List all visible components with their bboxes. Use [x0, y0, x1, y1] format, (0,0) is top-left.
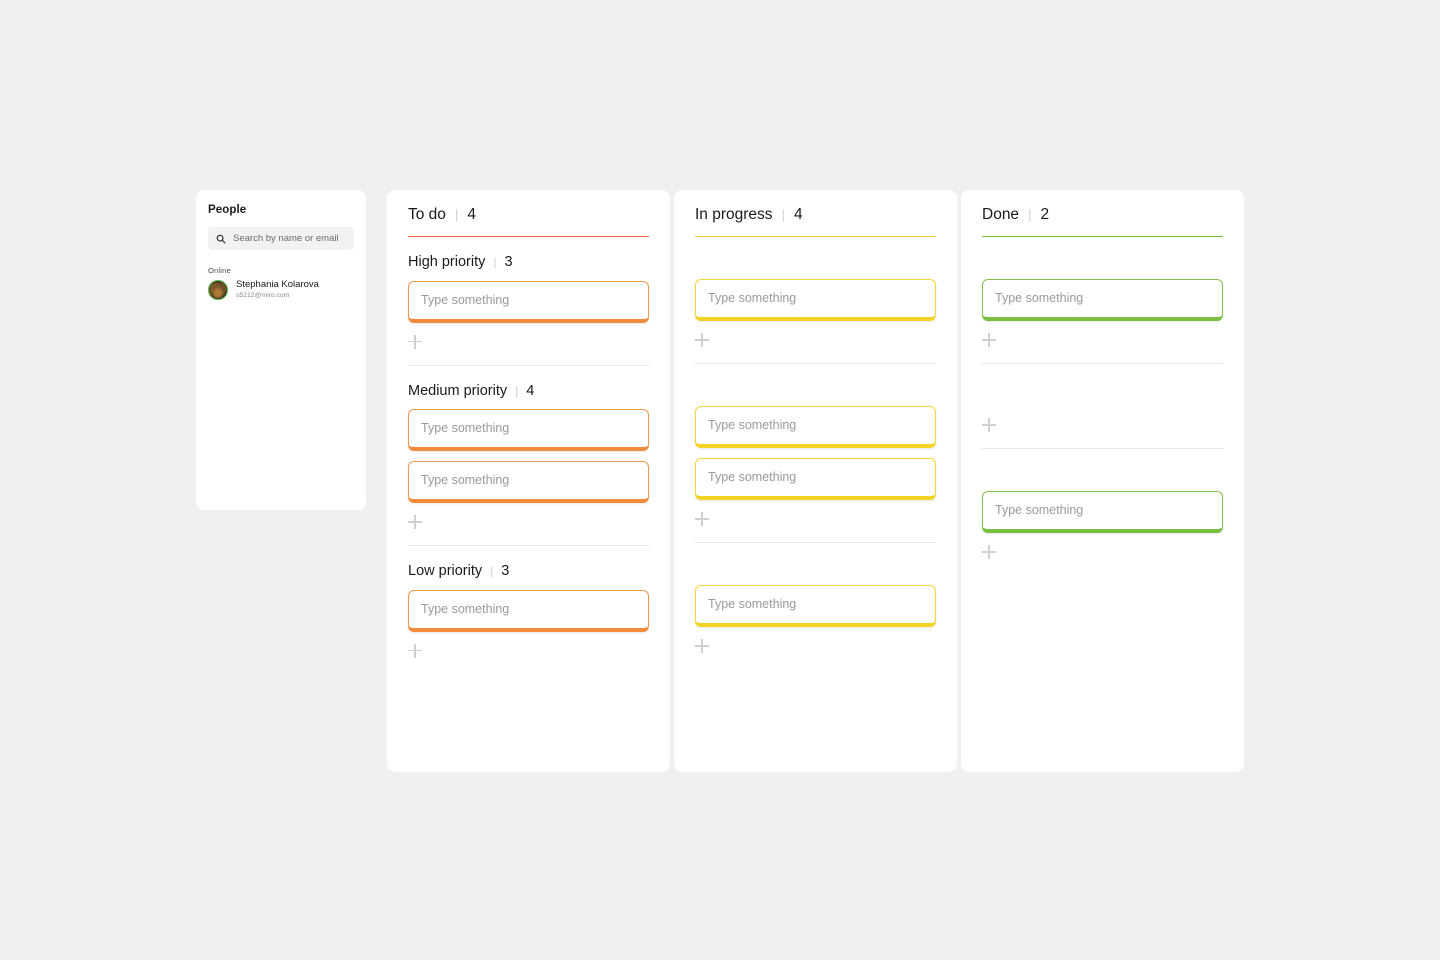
column-body: High priority | 3 Type something Medium prio… — [408, 237, 649, 772]
column-section — [982, 363, 1223, 448]
add-card-button[interactable] — [695, 512, 709, 526]
section-separator: | — [490, 564, 494, 578]
add-card-button[interactable] — [408, 515, 422, 529]
section-header: Low priority | 3 — [408, 546, 649, 590]
column-separator: | — [781, 207, 785, 222]
person-name: Stephania Kolarova — [236, 279, 319, 291]
card-placeholder: Type something — [708, 418, 797, 433]
card-placeholder: Type something — [995, 291, 1084, 306]
kanban-board: To do | 4 High priority | 3 Type something Medi… — [387, 190, 1244, 772]
column-header: In progress | 4 — [695, 190, 936, 236]
section-header — [982, 237, 1223, 279]
people-panel: People Search by name or email Online St… — [196, 190, 366, 510]
section-header: Medium priority | 4 — [408, 366, 649, 410]
section-header — [982, 364, 1223, 406]
card-placeholder: Type something — [421, 601, 510, 616]
card-placeholder: Type something — [421, 421, 510, 436]
add-card-button[interactable] — [408, 334, 422, 349]
sticky-card[interactable]: Type something — [695, 279, 936, 321]
column-header: Done | 2 — [982, 190, 1223, 236]
column-separator: | — [1028, 207, 1032, 222]
column-section: Type something Type something — [695, 363, 936, 542]
column-section: Low priority | 3 Type something — [408, 545, 649, 674]
column-section: Type something — [982, 448, 1223, 575]
card-placeholder: Type something — [995, 503, 1084, 518]
board-app: People Search by name or email Online St… — [0, 0, 1440, 960]
column-separator: | — [454, 207, 459, 222]
section-count: 4 — [526, 382, 535, 399]
card-list: Type something — [408, 589, 649, 632]
card-placeholder: Type something — [421, 292, 510, 307]
card-placeholder: Type something — [421, 473, 510, 488]
sticky-card[interactable]: Type something — [982, 279, 1223, 321]
column-count: 2 — [1040, 206, 1050, 223]
sticky-card[interactable]: Type something — [695, 406, 936, 448]
card-list: Type something — [695, 279, 936, 321]
section-title: Low priority — [408, 563, 483, 579]
column-count: 4 — [793, 206, 803, 223]
search-icon — [216, 234, 226, 244]
section-header — [695, 364, 936, 406]
section-header — [982, 449, 1223, 491]
card-placeholder: Type something — [708, 291, 797, 306]
column-section: Medium priority | 4 Type something Type some… — [408, 364, 649, 546]
sticky-card[interactable]: Type something — [408, 280, 649, 323]
list-item[interactable]: Stephania Kolarova s5212@miro.com — [208, 279, 354, 300]
sticky-card[interactable]: Type something — [408, 461, 649, 503]
add-card-button[interactable] — [408, 643, 422, 658]
people-panel-title: People — [208, 204, 247, 216]
sticky-card[interactable]: Type something — [408, 409, 649, 451]
card-placeholder: Type something — [708, 597, 797, 612]
column-body: Type something Type something — [982, 237, 1223, 772]
section-header: High priority | 3 — [408, 237, 649, 281]
person-email: s5212@miro.com — [236, 292, 290, 300]
column-section: Type something — [982, 237, 1223, 363]
card-list: Type something — [695, 585, 936, 627]
avatar — [208, 280, 228, 300]
card-placeholder: Type something — [708, 470, 797, 485]
section-separator: | — [493, 255, 497, 269]
add-card-button[interactable] — [695, 639, 709, 653]
column-title: To do — [408, 206, 446, 223]
search-placeholder: Search by name or email — [233, 233, 339, 244]
section-header — [695, 543, 936, 585]
section-title: Medium priority — [408, 382, 508, 399]
column-title: In progress — [695, 206, 773, 223]
card-list: Type something — [982, 279, 1223, 321]
section-header — [695, 237, 936, 279]
column-section: Type something — [695, 237, 936, 363]
section-separator: | — [515, 383, 519, 398]
add-card-button[interactable] — [695, 333, 709, 347]
column-count: 4 — [467, 206, 476, 223]
column-section: High priority | 3 Type something — [408, 237, 649, 365]
add-card-button[interactable] — [982, 333, 996, 347]
card-list: Type something — [982, 491, 1223, 533]
section-title: High priority — [408, 254, 486, 270]
section-count: 3 — [501, 563, 510, 579]
add-card-button[interactable] — [982, 545, 996, 559]
card-list: Type something — [408, 280, 649, 323]
sticky-card[interactable]: Type something — [695, 458, 936, 500]
search-input[interactable]: Search by name or email — [208, 227, 354, 250]
section-count: 3 — [504, 254, 513, 270]
sticky-card[interactable]: Type something — [982, 491, 1223, 533]
column-title: Done — [982, 206, 1020, 223]
board-column: Done | 2 Type something Type something — [961, 190, 1244, 772]
sticky-card[interactable]: Type something — [695, 585, 936, 627]
sticky-card[interactable]: Type something — [408, 589, 649, 632]
card-list: Type something Type something — [408, 409, 649, 503]
column-section: Type something — [695, 542, 936, 669]
card-list: Type something Type something — [695, 406, 936, 500]
board-column: To do | 4 High priority | 3 Type something Medi… — [387, 190, 670, 772]
online-section-label: Online — [208, 266, 231, 275]
column-body: Type something Type something Type somethi… — [695, 237, 936, 772]
add-card-button[interactable] — [982, 418, 996, 432]
column-header: To do | 4 — [408, 190, 649, 236]
board-column: In progress | 4 Type something Type somethin… — [674, 190, 957, 772]
